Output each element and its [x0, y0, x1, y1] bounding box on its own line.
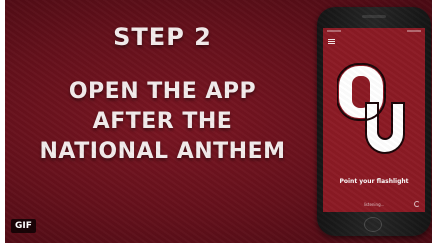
- instruction-line-2: AFTER THE: [92, 109, 233, 134]
- instruction-line-3: NATIONAL ANTHEM: [39, 139, 286, 164]
- gif-badge: GIF: [11, 219, 36, 233]
- listening-status: listening...: [363, 202, 385, 207]
- instruction-line-1: OPEN THE APP: [68, 79, 257, 104]
- flashlight-prompt: Point your flashlight: [339, 178, 409, 185]
- status-bar: [323, 28, 425, 34]
- step-title: STEP 2: [113, 23, 212, 51]
- instruction-text: OPEN THE APP AFTER THE NATIONAL ANTHEM: [5, 77, 320, 167]
- phone-speaker: [362, 15, 386, 18]
- status-battery: [407, 30, 421, 32]
- slide-frame: STEP 2 OPEN THE APP AFTER THE NATIONAL A…: [5, 0, 432, 243]
- loading-spinner-icon: [414, 201, 420, 207]
- phone-screen: Point your flashlight listening...: [323, 28, 425, 212]
- ou-logo: [337, 63, 405, 154]
- phone-mockup: Point your flashlight listening...: [317, 7, 431, 236]
- status-carrier: [327, 30, 341, 32]
- hamburger-menu-icon[interactable]: [328, 39, 335, 44]
- home-button[interactable]: [364, 217, 382, 232]
